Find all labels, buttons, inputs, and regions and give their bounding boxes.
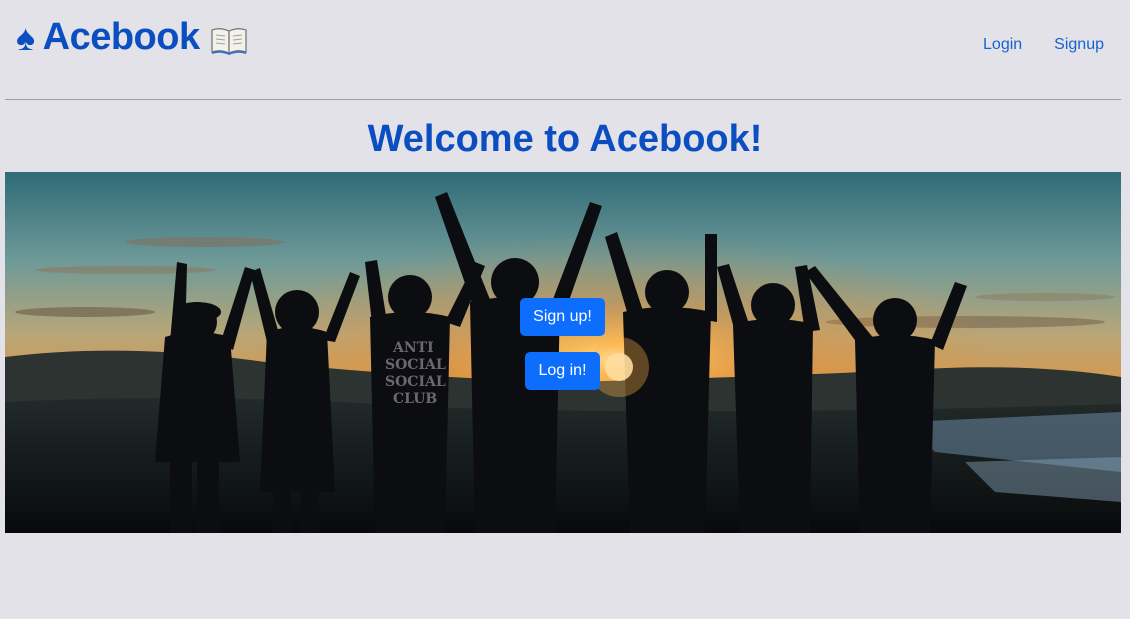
shirt-text-3: SOCIAL [385,374,446,390]
signup-button[interactable]: Sign up! [520,298,605,336]
shirt-text-2: SOCIAL [385,357,446,373]
nav-links: Login Signup [983,36,1104,54]
book-icon [210,23,248,55]
login-button[interactable]: Log in! [525,352,600,390]
shirt-text-1: ANTI [392,340,434,356]
page-title: Welcome to Acebook! [367,118,763,160]
spade-icon: ♠ [16,16,35,58]
nav-login-link[interactable]: Login [983,36,1022,54]
navbar: ♠ Acebook Login Signup [0,0,1130,99]
brand-link[interactable]: ♠ Acebook [16,16,248,59]
brand-name: Acebook [42,16,200,58]
shirt-text-4: CLUB [393,391,437,407]
header-divider [5,99,1121,100]
nav-signup-link[interactable]: Signup [1054,36,1104,54]
